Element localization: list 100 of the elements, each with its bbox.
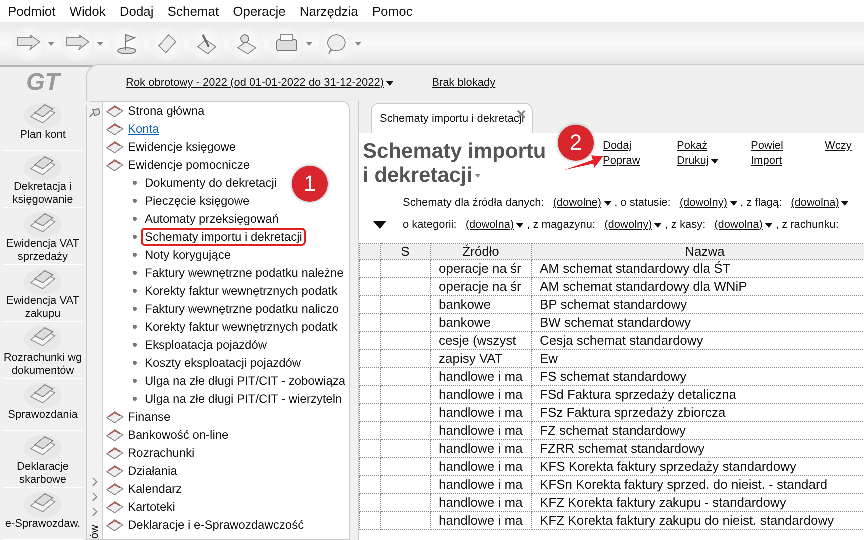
- nav-item[interactable]: Ewidencja VAT sprzedaży: [3, 208, 83, 266]
- filter-dropdown[interactable]: (dowolna): [466, 219, 524, 231]
- tree-item[interactable]: Finanse: [106, 408, 350, 426]
- pin-icon[interactable]: [88, 108, 100, 118]
- caret-icon[interactable]: [48, 42, 55, 46]
- tree-item[interactable]: Automaty przeksięgowań: [141, 210, 284, 228]
- table-cell: handlowe i ma: [430, 512, 532, 530]
- filter-label: , o statusie:: [614, 197, 671, 209]
- filter-dropdown[interactable]: (dowolny): [680, 197, 738, 209]
- action-link[interactable]: Drukuj: [677, 155, 751, 170]
- table-cell: handlowe i ma: [430, 404, 532, 422]
- filter-dropdown[interactable]: (dowolna): [791, 197, 850, 209]
- table-cell: handlowe i ma: [430, 440, 532, 458]
- tree-item[interactable]: Faktury wewnętrzne podatku należne: [141, 264, 348, 282]
- bullet-icon: [133, 361, 137, 365]
- bullet-icon: [133, 235, 137, 239]
- action-link[interactable]: Popraw: [603, 155, 677, 170]
- tree-item[interactable]: Kalendarz: [106, 480, 350, 498]
- tree-item[interactable]: Konta: [106, 120, 350, 138]
- bullet-icon: [133, 343, 137, 347]
- menu-item[interactable]: Narzędzia: [300, 4, 358, 18]
- bullet-icon: [133, 253, 137, 257]
- tree-item[interactable]: Noty korygujące: [141, 246, 236, 264]
- column-header[interactable]: Źródło: [430, 244, 532, 260]
- bullet-icon: [133, 289, 137, 293]
- column-header[interactable]: S: [380, 244, 430, 260]
- chevron-icon[interactable]: [90, 506, 98, 517]
- flag-icon: [115, 32, 139, 56]
- tab[interactable]: Schematy importu i dekretacji: [371, 103, 533, 133]
- action-link[interactable]: Pokaż: [677, 140, 751, 155]
- tree-item[interactable]: Pieczęcie księgowe: [141, 192, 254, 210]
- bullet-icon: [133, 271, 137, 275]
- table-cell: handlowe i ma: [430, 458, 532, 476]
- tree-item[interactable]: Dokumenty do dekretacji: [141, 174, 282, 192]
- tree-item[interactable]: Eksploatacja pojazdów: [141, 336, 272, 354]
- action-link[interactable]: Wczy: [825, 140, 852, 155]
- chevron-icon[interactable]: [90, 492, 98, 502]
- tree-item[interactable]: Rozrachunki: [106, 444, 350, 462]
- action-link[interactable]: Powiel: [751, 140, 825, 155]
- menu-item[interactable]: Schemat: [168, 4, 220, 18]
- chevron-icon[interactable]: [90, 476, 98, 487]
- nav-item[interactable]: Deklaracje skarbowe: [3, 431, 83, 488]
- table-cell: AM schemat standardowy dla ŚT: [532, 260, 864, 278]
- tree-item[interactable]: Ewidencje księgowe: [106, 138, 350, 156]
- nav-item[interactable]: Ewidencja VAT zakupu: [3, 265, 83, 322]
- menu-item[interactable]: Pomoc: [372, 4, 413, 18]
- nav-item[interactable]: Rozrachunki wg dokumentów: [3, 322, 83, 380]
- bullet-icon: [133, 379, 137, 383]
- book-icon: [106, 463, 124, 479]
- period-link[interactable]: Rok obrotowy - 2022 (od 01-01-2022 do 31-12-2022): [126, 77, 394, 89]
- tree-item[interactable]: Kartoteki: [106, 498, 350, 516]
- action-link[interactable]: Import: [751, 155, 825, 170]
- expand-icon[interactable]: [373, 221, 387, 229]
- caret-icon[interactable]: [355, 42, 362, 46]
- bullet-icon: [133, 397, 137, 401]
- tree-item[interactable]: Korekty faktur wewnętrznych podatk: [141, 318, 342, 336]
- filter-dropdown[interactable]: (dowolne): [553, 197, 612, 209]
- book-icon: [106, 427, 124, 443]
- caret-icon[interactable]: [306, 42, 313, 46]
- caret-icon[interactable]: [97, 42, 104, 46]
- book-icon: [106, 409, 124, 425]
- book-icon: [106, 499, 124, 515]
- tree-item[interactable]: Korekty faktur wewnętrznych podatk: [141, 282, 342, 300]
- book-icon: [106, 517, 124, 533]
- filter-dropdown[interactable]: (dowolna): [714, 219, 773, 231]
- nav-item[interactable]: Sprawozdania: [3, 379, 83, 432]
- lock-link[interactable]: Brak blokady: [432, 77, 496, 89]
- tree-item[interactable]: Ulga na złe długi PIT/CIT - wierzyteln: [141, 390, 346, 408]
- menu-item[interactable]: Podmiot: [8, 4, 56, 18]
- bullet-icon: [133, 199, 137, 203]
- bullet-icon: [133, 181, 137, 185]
- tree-item[interactable]: Deklaracje i e-Sprawozdawczość: [106, 516, 350, 534]
- bullet-icon: [133, 325, 137, 329]
- table-cell: bankowe: [430, 296, 532, 314]
- action-link[interactable]: Dodaj: [603, 140, 677, 155]
- strip-label: ów: [88, 524, 100, 539]
- table-cell: handlowe i ma: [430, 422, 532, 440]
- tree-item[interactable]: Faktury wewnętrzne podatku naliczo: [141, 300, 344, 318]
- nav-item[interactable]: Dekretacja i księgowanie: [3, 151, 83, 208]
- filter-dropdown[interactable]: (dowolny): [604, 219, 662, 231]
- tree-item[interactable]: Bankowość on-line: [106, 426, 350, 444]
- tree-item[interactable]: Koszty eksploatacji pojazdów: [141, 354, 306, 372]
- table-cell: handlowe i ma: [430, 494, 532, 512]
- column-header[interactable]: Nazwa: [532, 244, 864, 260]
- book-icon: [106, 139, 124, 155]
- brush-icon: [195, 32, 219, 56]
- page-title[interactable]: Schematy importu i dekretacji: [359, 133, 553, 188]
- book-icon: [106, 103, 124, 119]
- nav-item[interactable]: Plan kont: [3, 99, 83, 152]
- book-icon: [106, 445, 124, 461]
- filter-label: , z magazynu:: [527, 219, 596, 231]
- logo: GT: [26, 69, 60, 98]
- tree-item[interactable]: Strona główna: [106, 102, 350, 120]
- tree-item[interactable]: Działania: [106, 462, 350, 480]
- nav-item[interactable]: e-Sprawozdaw.: [3, 488, 83, 540]
- tree-item[interactable]: Schematy importu i dekretacji: [141, 228, 306, 246]
- menu-item[interactable]: Operacje: [233, 4, 286, 18]
- tree-item[interactable]: Ulga na złe długi PIT/CIT - zobowiąza: [141, 372, 350, 390]
- menu-item[interactable]: Widok: [70, 4, 106, 18]
- menu-item[interactable]: Dodaj: [120, 4, 154, 18]
